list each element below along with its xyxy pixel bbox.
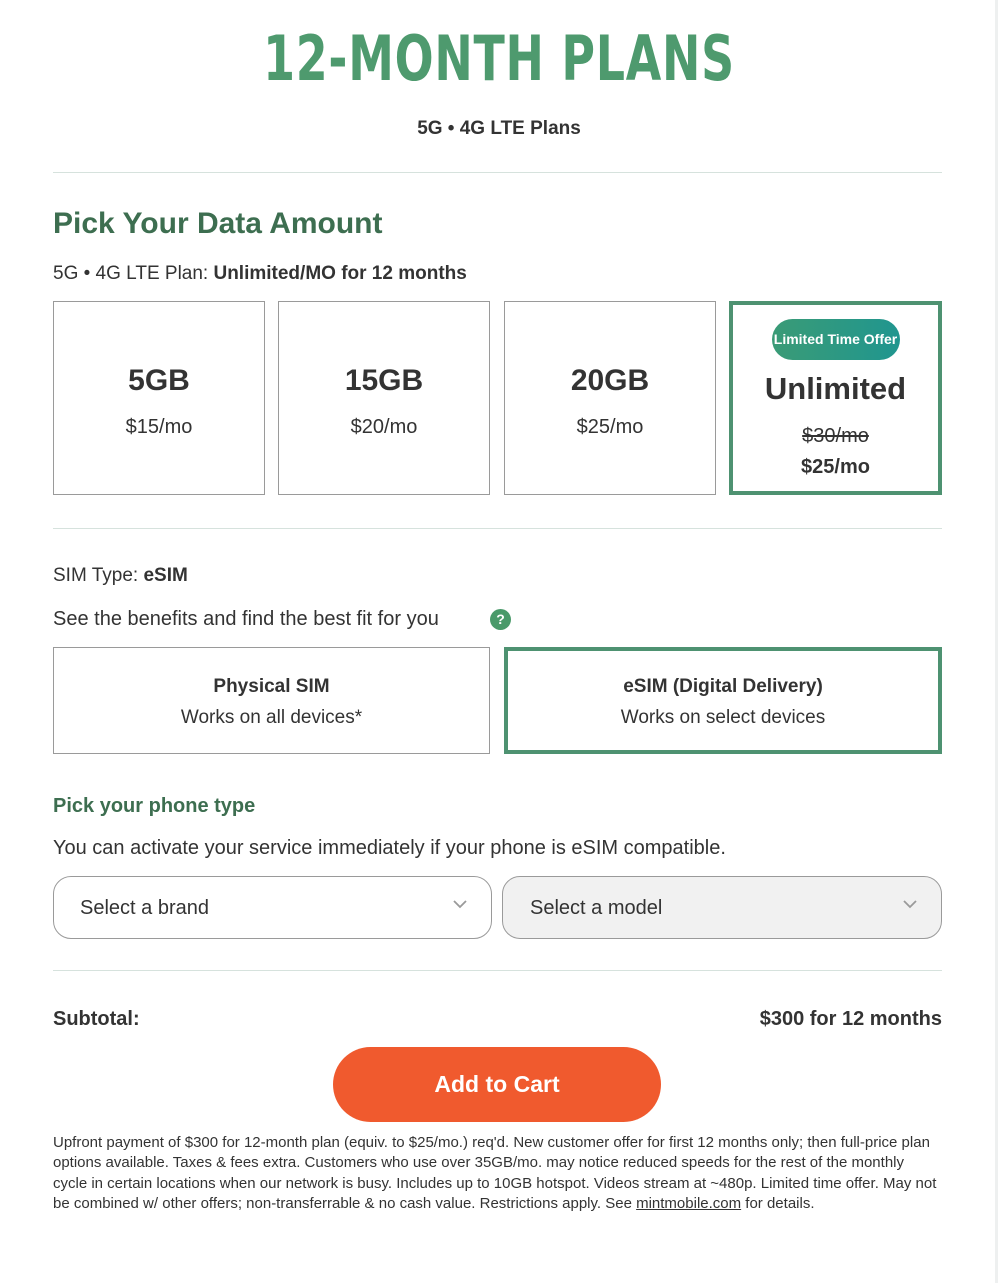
plan-price: $25/mo (801, 456, 870, 478)
plan-card-unlimited[interactable]: Limited Time Offer Unlimited $30/mo $25/… (729, 301, 942, 495)
plan-amount: 15GB (344, 364, 424, 397)
sim-option-desc: Works on select devices (620, 707, 826, 728)
disclaimer: Upfront payment of $300 for 12-month pla… (53, 1133, 938, 1214)
add-to-cart-button[interactable]: Add to Cart (333, 1047, 661, 1122)
sim-option-physical[interactable]: Physical SIM Works on all devices* (53, 647, 490, 754)
phone-type-heading: Pick your phone type (53, 795, 256, 817)
sim-type-prefix: SIM Type: (53, 565, 144, 586)
brand-select[interactable]: Select a brand (53, 876, 492, 939)
divider (53, 970, 942, 971)
subtotal-label: Subtotal: (53, 1008, 140, 1030)
plan-summary: 5G • 4G LTE Plan: Unlimited/MO for 12 mo… (53, 263, 467, 285)
plan-summary-label: 5G • 4G LTE Plan: (53, 263, 214, 284)
esim-activation-text: You can activate your service immediatel… (53, 837, 726, 859)
data-amount-heading: Pick Your Data Amount (53, 207, 383, 240)
chevron-down-icon (903, 900, 917, 909)
sim-option-esim[interactable]: eSIM (Digital Delivery) Works on select … (504, 647, 942, 754)
plan-amount: 5GB (128, 364, 190, 397)
plan-card-20gb[interactable]: 20GB $25/mo (504, 301, 716, 495)
plan-card-5gb[interactable]: 5GB $15/mo (53, 301, 265, 495)
page-title: 12-MONTH PLANS (263, 22, 735, 95)
brand-select-placeholder: Select a brand (80, 897, 209, 919)
model-select-placeholder: Select a model (530, 897, 663, 919)
divider (53, 528, 942, 529)
plan-summary-value: Unlimited/MO for 12 months (213, 263, 467, 284)
plan-price: $15/mo (125, 416, 193, 438)
plan-price: $20/mo (350, 416, 418, 438)
plan-old-price: $30/mo (802, 425, 869, 447)
subtotal-value: $300 for 12 months (759, 1008, 942, 1030)
plan-price: $25/mo (576, 416, 644, 438)
mintmobile-link[interactable]: mintmobile.com (636, 1195, 741, 1212)
model-select[interactable]: Select a model (502, 876, 942, 939)
plan-card-15gb[interactable]: 15GB $20/mo (278, 301, 490, 495)
sim-type-label: SIM Type: eSIM (53, 565, 188, 587)
sim-option-name: Physical SIM (213, 676, 330, 697)
sim-option-name: eSIM (Digital Delivery) (623, 676, 823, 697)
help-icon[interactable]: ? (490, 609, 511, 630)
chevron-down-icon (453, 900, 467, 909)
sim-option-desc: Works on all devices* (180, 707, 363, 728)
sim-type-value: eSIM (143, 565, 188, 586)
page-subtitle: 5G • 4G LTE Plans (417, 118, 581, 139)
limited-offer-badge: Limited Time Offer (771, 319, 900, 360)
disclaimer-suffix: for details. (741, 1194, 815, 1212)
divider (53, 172, 942, 173)
plan-amount: 20GB (570, 364, 650, 397)
sim-benefits-text: See the benefits and find the best fit f… (53, 608, 439, 630)
plan-amount: Unlimited (764, 371, 907, 406)
